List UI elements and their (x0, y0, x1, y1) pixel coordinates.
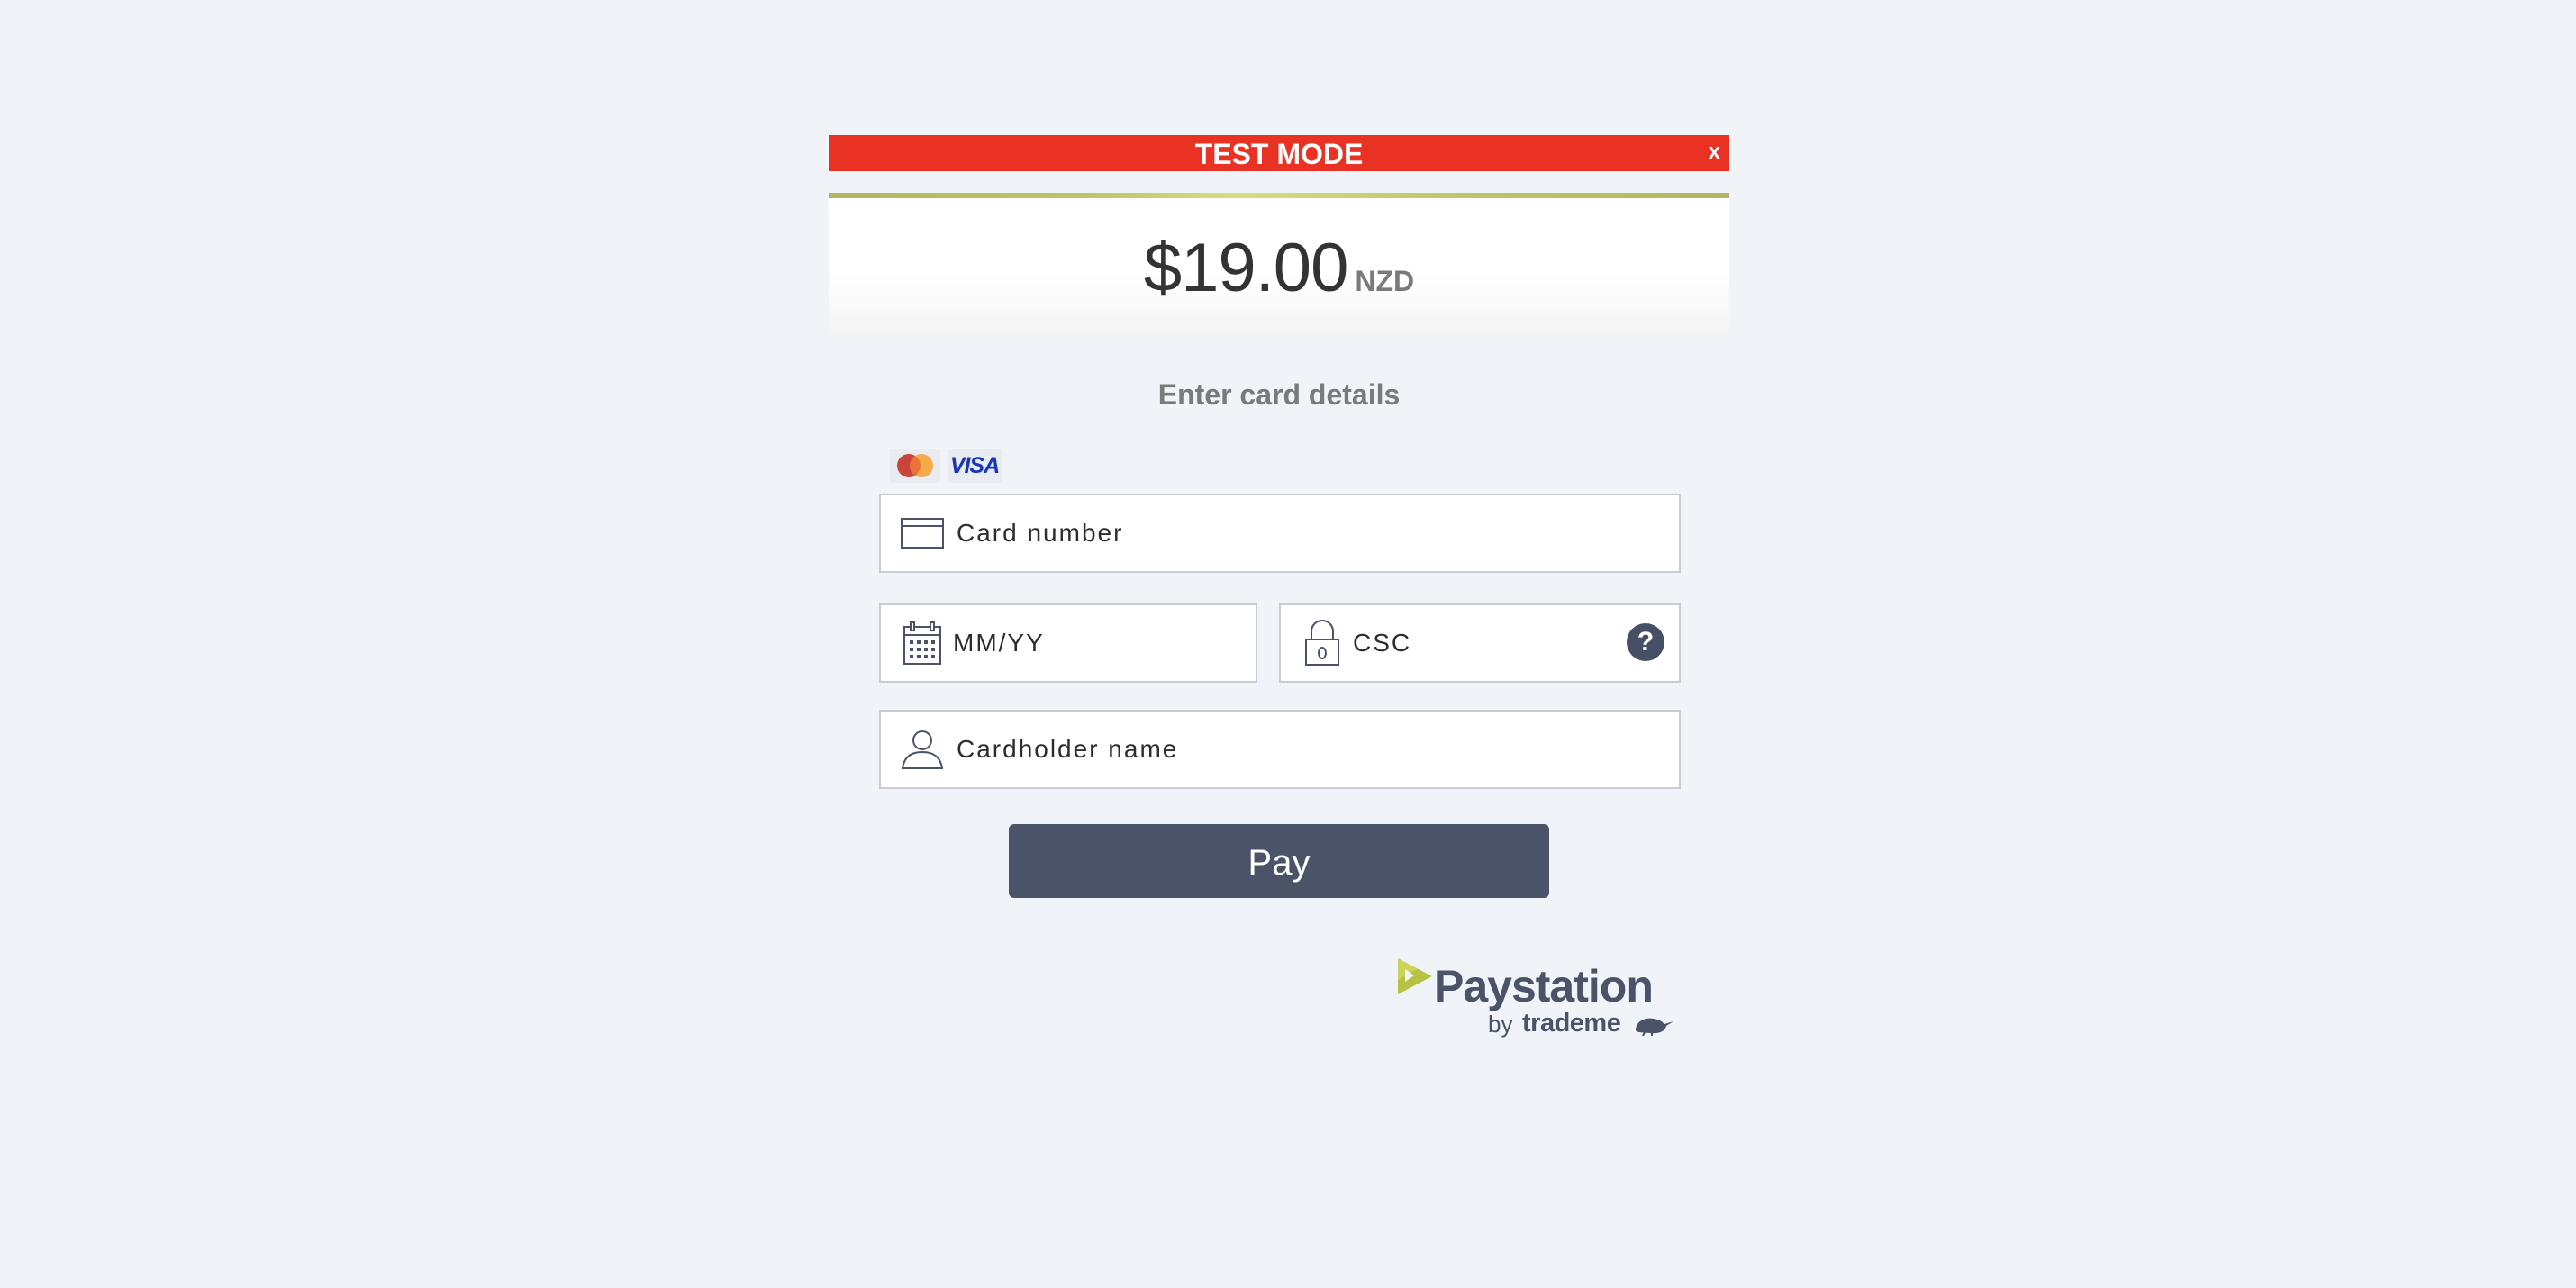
user-icon (897, 724, 948, 775)
cardholder-name-field[interactable]: Cardholder name (879, 710, 1681, 789)
close-button[interactable]: x (1709, 135, 1720, 169)
brand-by: by (1488, 1011, 1513, 1038)
paystation-logo: Paystation by trademe (1396, 955, 1684, 1045)
visa-label: VISA (949, 452, 1000, 478)
credit-card-icon (897, 508, 948, 558)
pay-button[interactable]: Pay (1009, 824, 1549, 898)
accepted-cards: VISA (890, 449, 1002, 486)
payment-currency: NZD (1355, 265, 1415, 297)
csc-help-icon[interactable]: ? (1627, 623, 1664, 661)
test-mode-label: TEST MODE (1194, 138, 1364, 170)
card-number-field[interactable]: Card number (879, 494, 1681, 573)
csc-placeholder: CSC (1353, 629, 1412, 657)
payment-panel: TEST MODE x $19.00 NZD Enter card details… (829, 135, 1729, 1038)
mastercard-icon (890, 449, 940, 483)
lock-icon (1297, 618, 1347, 668)
amount-box: $19.00 NZD (829, 198, 1729, 335)
calendar-icon (897, 618, 948, 668)
card-number-placeholder: Card number (957, 519, 1124, 547)
csc-field[interactable]: CSC ? (1279, 603, 1681, 683)
expiry-field[interactable]: MM/YY (879, 603, 1257, 683)
brand-owner: trademe (1522, 1009, 1621, 1038)
cardholder-name-placeholder: Cardholder name (957, 735, 1179, 763)
test-mode-banner: TEST MODE x (829, 135, 1729, 171)
visa-icon: VISA (948, 449, 1002, 483)
payment-amount: $19.00 (1143, 230, 1348, 306)
expiry-placeholder: MM/YY (953, 629, 1045, 657)
form-title: Enter card details (1157, 378, 1401, 411)
play-icon (1396, 957, 1436, 1002)
kiwi-icon (1632, 1014, 1675, 1040)
brand-name: Paystation (1434, 961, 1654, 1011)
